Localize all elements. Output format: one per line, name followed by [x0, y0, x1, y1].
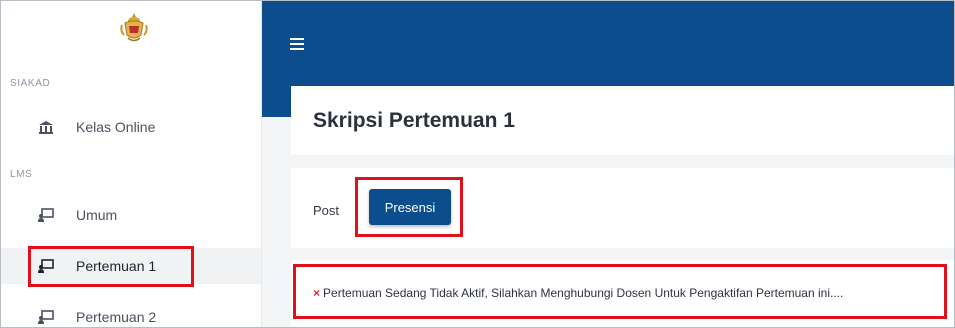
chalkboard-teacher-icon — [38, 208, 54, 222]
chalkboard-teacher-icon — [38, 259, 54, 273]
tab-post[interactable]: Post — [313, 203, 339, 218]
sidebar: SIAKAD Kelas Online LMS Umum Pertemuan 1… — [1, 1, 262, 327]
sidebar-section-siakad: SIAKAD — [10, 78, 51, 89]
tabs-card: Post Presensi — [291, 168, 954, 248]
university-logo — [120, 13, 148, 42]
page-title: Skripsi Pertemuan 1 — [313, 109, 515, 132]
inactive-alert: × Pertemuan Sedang Tidak Aktif, Silahkan … — [291, 260, 954, 327]
sidebar-item-pertemuan-1[interactable]: Pertemuan 1 — [1, 248, 261, 284]
alert-message: Pertemuan Sedang Tidak Aktif, Silahkan M… — [323, 286, 844, 300]
sidebar-item-label: Pertemuan 1 — [76, 258, 157, 274]
sidebar-item-kelas-online[interactable]: Kelas Online — [1, 109, 261, 145]
sidebar-item-pertemuan-2[interactable]: Pertemuan 2 — [1, 299, 261, 327]
sidebar-item-label: Pertemuan 2 — [76, 309, 157, 325]
alert-message-row: × Pertemuan Sedang Tidak Aktif, Silahkan … — [313, 286, 843, 300]
university-icon — [39, 121, 53, 134]
sidebar-item-label: Umum — [76, 207, 118, 223]
page-header-card: Skripsi Pertemuan 1 — [291, 86, 954, 155]
tab-presensi[interactable]: Presensi — [369, 189, 451, 225]
close-x-icon: × — [313, 286, 321, 300]
chalkboard-teacher-icon — [38, 310, 54, 324]
sidebar-item-umum[interactable]: Umum — [1, 197, 261, 233]
hamburger-menu-icon[interactable] — [290, 38, 304, 50]
app-window: SIAKAD Kelas Online LMS Umum Pertemuan 1… — [0, 0, 955, 328]
sidebar-section-lms: LMS — [10, 169, 33, 180]
sidebar-item-label: Kelas Online — [76, 119, 156, 135]
